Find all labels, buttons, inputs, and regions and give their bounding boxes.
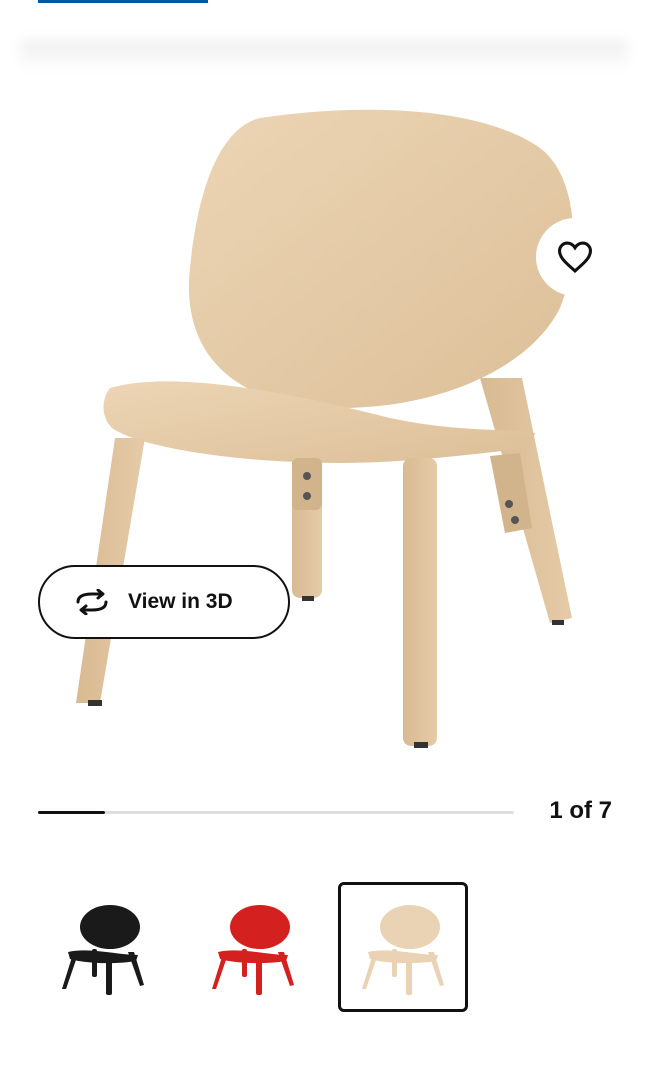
thumbnail-black[interactable] <box>38 882 168 1012</box>
thumbnail-red[interactable] <box>188 882 318 1012</box>
favourite-button[interactable] <box>536 218 614 296</box>
view-in-3d-label: View in 3D <box>128 590 233 613</box>
chair-thumbnail-image <box>212 905 294 995</box>
gallery-progress-fill <box>38 811 105 814</box>
thumbnail-strip <box>38 882 468 1012</box>
header-shadow <box>20 40 628 70</box>
product-image <box>76 109 574 748</box>
chair-thumbnail-image <box>62 905 144 995</box>
heart-outline-icon <box>557 241 593 273</box>
thumbnail-oak[interactable] <box>338 882 468 1012</box>
chair-thumbnail-image <box>362 905 444 995</box>
product-image-area[interactable]: View in 3D <box>0 90 648 760</box>
view-in-3d-button[interactable]: View in 3D <box>38 565 290 639</box>
gallery-counter: 1 of 7 <box>549 797 612 824</box>
rotate-3d-icon <box>72 588 112 616</box>
gallery-progress-bar <box>38 811 514 814</box>
top-accent-bar <box>38 0 208 3</box>
